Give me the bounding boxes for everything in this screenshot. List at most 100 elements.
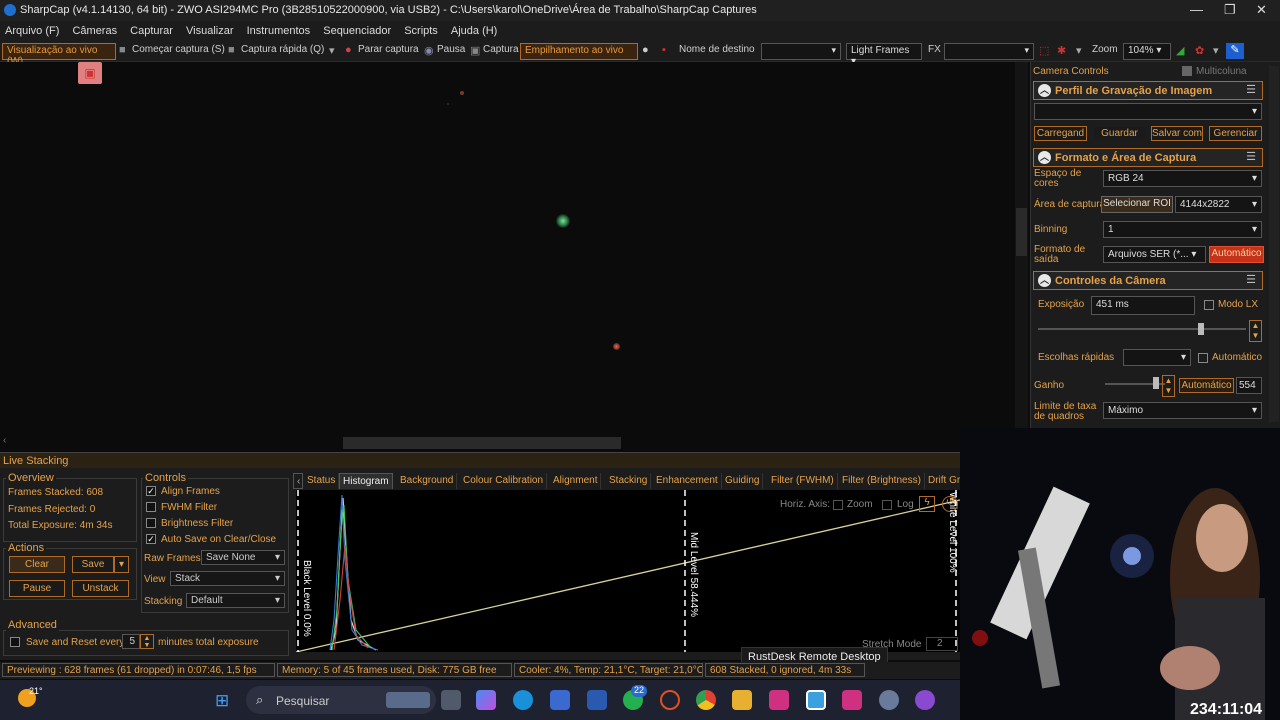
histogram-chart[interactable]: Black Level 0.0% Mid Level 58.444% White… [296, 490, 960, 652]
chevron-down-icon[interactable]: ▾ [1213, 44, 1219, 57]
pause-button[interactable]: Pausa [437, 44, 465, 55]
tab-filter-fwhm[interactable]: Filter (FWHM) [768, 473, 838, 489]
lx-mode-checkbox[interactable] [1204, 300, 1214, 310]
panel-scrollbar[interactable] [1269, 66, 1279, 422]
target-name-select[interactable]: ▾ [761, 43, 841, 60]
histogram-icon[interactable]: ◢ [1176, 44, 1184, 57]
chevron-left-icon[interactable]: ‹ [293, 473, 303, 489]
view-select[interactable]: Stack ▾ [170, 571, 285, 586]
camera-section-header[interactable]: ︿ Controles da Câmera ☰ [1033, 271, 1263, 290]
slider-handle[interactable] [1198, 323, 1204, 335]
chevron-down-icon[interactable]: ▾ [329, 44, 335, 57]
taskbar-search[interactable]: ⌕ Pesquisar [246, 686, 436, 714]
slider-handle[interactable] [1153, 377, 1159, 389]
resolution-select[interactable]: 4144x2822 ▾ [1175, 196, 1262, 213]
scroll-thumb[interactable] [343, 437, 621, 449]
tab-colour-calibration[interactable]: Colour Calibration [460, 473, 548, 489]
chevron-left-icon[interactable]: ‹ [3, 435, 6, 446]
fwhm-filter-checkbox[interactable] [146, 502, 156, 512]
copilot-icon[interactable] [476, 690, 496, 710]
output-auto-button[interactable]: Automático [1209, 246, 1264, 263]
reticle-icon[interactable]: ▣ [78, 62, 102, 84]
zoom-checkbox[interactable] [833, 500, 843, 510]
save-button[interactable]: Save [72, 556, 114, 573]
menu-scripts[interactable]: Scripts [399, 21, 443, 41]
format-section-header[interactable]: ︿ Formato e Área de Captura ☰ [1033, 148, 1263, 167]
spin-buttons[interactable]: ▲ ▼ [140, 634, 154, 649]
align-frames-checkbox[interactable]: ✓ [146, 486, 156, 496]
menu-icon[interactable]: ☰ [1246, 273, 1256, 286]
minutes-input[interactable]: 5 [122, 634, 140, 649]
app-icon[interactable] [879, 690, 899, 710]
tab-enhancement[interactable]: Enhancement [653, 473, 722, 489]
save-reset-checkbox[interactable] [10, 637, 20, 647]
vertical-scrollbar[interactable] [1015, 62, 1028, 452]
settings-icon[interactable]: ✿ [1195, 44, 1204, 57]
color-space-select[interactable]: RGB 24 ▾ [1103, 170, 1262, 187]
menu-help[interactable]: Ajuda (H) [446, 21, 502, 41]
exposure-input[interactable]: 451 ms [1091, 296, 1195, 315]
menu-view[interactable]: Visualizar [181, 21, 239, 41]
live-stack-button[interactable]: Empilhamento ao vivo [520, 43, 638, 60]
output-format-select[interactable]: Arquivos SER (*... ▾ [1103, 246, 1206, 263]
menu-file[interactable]: Arquivo (F) [0, 21, 64, 41]
tab-guiding[interactable]: Guiding [722, 473, 764, 489]
save-as-profile-button[interactable]: Salvar com [1151, 126, 1203, 141]
app-icon[interactable] [915, 690, 935, 710]
spin-buttons[interactable]: ▲ ▼ [1162, 375, 1175, 397]
fx-select[interactable]: ▾ [944, 43, 1034, 60]
exposure-slider[interactable] [1038, 328, 1246, 330]
manage-profiles-button[interactable]: Gerenciar [1209, 126, 1262, 141]
brightness-filter-checkbox[interactable] [146, 518, 156, 528]
collapse-icon[interactable]: ︿ [1038, 274, 1051, 287]
collapse-icon[interactable]: ︿ [1038, 151, 1051, 164]
tab-stacking[interactable]: Stacking [606, 473, 652, 489]
app-icon[interactable] [806, 690, 826, 710]
tab-histogram[interactable]: Histogram [339, 473, 393, 489]
tab-status[interactable]: Status [304, 473, 340, 489]
chrome-icon[interactable] [696, 690, 716, 710]
task-view-icon[interactable] [441, 690, 461, 710]
lightning-icon[interactable]: ϟ [919, 496, 935, 512]
minimize-icon[interactable]: — [1190, 2, 1203, 17]
gain-auto-button[interactable]: Automático [1179, 378, 1234, 393]
pen-icon[interactable]: ✎ [1226, 43, 1244, 59]
reset-icon[interactable]: ↺ [942, 496, 958, 512]
unstack-button[interactable]: Unstack [72, 580, 129, 597]
edge-icon[interactable] [513, 690, 533, 710]
tab-filter-brightness[interactable]: Filter (Brightness) [839, 473, 925, 489]
clear-button[interactable]: Clear [9, 556, 65, 573]
pause-button[interactable]: Pause [9, 580, 65, 597]
tab-drift-graph[interactable]: Drift Gr [925, 473, 963, 489]
app-icon[interactable] [769, 690, 789, 710]
log-checkbox[interactable] [882, 500, 892, 510]
auto-checkbox[interactable] [1198, 353, 1208, 363]
quick-capture-button[interactable]: Captura rápida (Q) [241, 44, 324, 55]
image-viewport[interactable]: ▣ [0, 62, 1015, 452]
collapse-icon[interactable]: ︿ [1038, 84, 1051, 97]
opera-icon[interactable] [660, 690, 680, 710]
profile-section-header[interactable]: ︿ Perfil de Gravação de Imagem ☰ [1033, 81, 1263, 100]
tab-alignment[interactable]: Alignment [550, 473, 602, 489]
binning-select[interactable]: 1 ▾ [1103, 221, 1262, 238]
horizontal-scrollbar[interactable]: ‹ [0, 435, 1015, 449]
profile-select[interactable]: ▾ [1034, 103, 1262, 120]
start-capture-button[interactable]: Começar captura (S) [132, 44, 225, 55]
menu-capture[interactable]: Capturar [125, 21, 178, 41]
frame-rate-select[interactable]: Máximo ▾ [1103, 402, 1262, 419]
save-profile-button[interactable]: Guardar [1093, 126, 1146, 141]
maximize-icon[interactable]: ❐ [1224, 2, 1236, 18]
chevron-down-icon[interactable]: ▾ [1076, 44, 1082, 57]
load-profile-button[interactable]: Carregand [1034, 126, 1087, 141]
select-roi-button[interactable]: Selecionar ROI [1101, 196, 1173, 213]
crosshair-icon[interactable]: ✱ [1057, 44, 1066, 57]
stretch-mode-select[interactable]: 2 [926, 637, 958, 651]
store-icon[interactable] [550, 690, 570, 710]
menu-sequencer[interactable]: Sequenciador [318, 21, 396, 41]
stop-capture-button[interactable]: Parar captura [358, 44, 419, 55]
windows-start-icon[interactable]: ⊞ [215, 691, 234, 710]
frame-type-select[interactable]: Light Frames ▾ [846, 43, 922, 67]
tab-background[interactable]: Background [397, 473, 458, 489]
quick-picks-select[interactable]: ▾ [1123, 349, 1191, 366]
app-icon[interactable] [842, 690, 862, 710]
